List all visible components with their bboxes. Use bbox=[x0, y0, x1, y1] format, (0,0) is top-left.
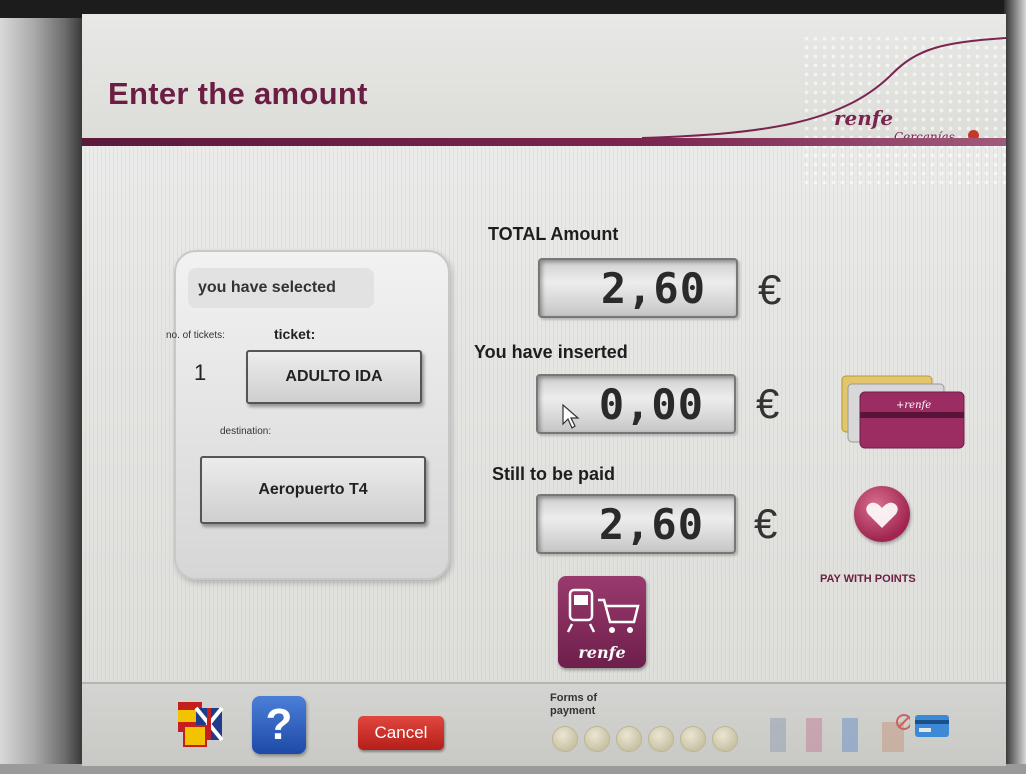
pay-with-points-label: PAY WITH POINTS bbox=[820, 573, 916, 585]
pay-with-points-button[interactable] bbox=[854, 486, 910, 542]
remaining-display: 2,60 bbox=[536, 494, 736, 554]
header-swoosh bbox=[642, 37, 1006, 139]
forms-of-payment-line1: Forms of bbox=[550, 692, 598, 704]
banknote-icon bbox=[842, 718, 858, 752]
page-title: Enter the amount bbox=[108, 76, 368, 111]
language-flags-icon[interactable] bbox=[174, 696, 226, 752]
total-amount-value: 2,60 bbox=[600, 264, 706, 313]
selection-heading: you have selected bbox=[188, 268, 374, 308]
remaining-label: Still to be paid bbox=[492, 464, 616, 484]
banknote-icon bbox=[770, 718, 786, 752]
forms-of-payment-label: Forms of payment bbox=[550, 692, 597, 718]
coin-icon bbox=[680, 726, 706, 752]
inserted-currency: € bbox=[756, 380, 780, 427]
coin-icon bbox=[712, 726, 738, 752]
banknote-icon bbox=[806, 718, 822, 752]
cart-label: renfe bbox=[578, 643, 626, 662]
total-amount-display: 2,60 bbox=[538, 258, 738, 318]
selection-panel: you have selected no. of tickets: ticket… bbox=[166, 250, 450, 580]
cancel-button[interactable]: Cancel bbox=[358, 716, 444, 750]
ticket-cart-button[interactable]: renfe bbox=[558, 576, 646, 668]
header-stripe bbox=[82, 138, 1006, 146]
inserted-value: 0,00 bbox=[598, 380, 704, 429]
remaining-currency: € bbox=[754, 500, 778, 547]
inserted-label: You have inserted bbox=[474, 342, 628, 362]
credit-card-icon bbox=[915, 715, 949, 737]
ticket-quantity: 1 bbox=[194, 360, 207, 385]
help-button[interactable]: ? bbox=[252, 696, 306, 754]
cards-icon[interactable]: +renfe bbox=[836, 364, 966, 454]
kiosk-bezel-right bbox=[1004, 0, 1026, 774]
coin-icon bbox=[584, 726, 610, 752]
forms-of-payment-line2: payment bbox=[550, 705, 596, 717]
heart-points-icon bbox=[866, 502, 898, 528]
svg-text:+renfe: +renfe bbox=[896, 400, 931, 411]
renfe-logo: renfe bbox=[834, 106, 894, 130]
destination-label: destination: bbox=[220, 426, 272, 437]
ticket-cart-icon bbox=[566, 588, 640, 633]
kiosk-bezel-left bbox=[0, 0, 86, 774]
destination-button[interactable]: Aeropuerto T4 bbox=[200, 456, 426, 524]
total-currency: € bbox=[758, 266, 782, 313]
kiosk-screen: Enter the amount renfe Cercanías you hav… bbox=[82, 14, 1006, 766]
header: Enter the amount renfe Cercanías bbox=[82, 14, 1006, 184]
ticket-label: ticket: bbox=[274, 326, 316, 342]
mouse-cursor-icon bbox=[562, 404, 580, 429]
ticket-type-button[interactable]: ADULTO IDA bbox=[246, 350, 422, 404]
coin-icon bbox=[648, 726, 674, 752]
banknote-icon bbox=[882, 714, 910, 752]
coin-icon bbox=[552, 726, 578, 752]
coin-icon bbox=[616, 726, 642, 752]
tickets-count-label: no. of tickets: bbox=[166, 330, 225, 341]
total-amount-label: TOTAL Amount bbox=[488, 224, 619, 244]
remaining-value: 2,60 bbox=[598, 500, 704, 549]
